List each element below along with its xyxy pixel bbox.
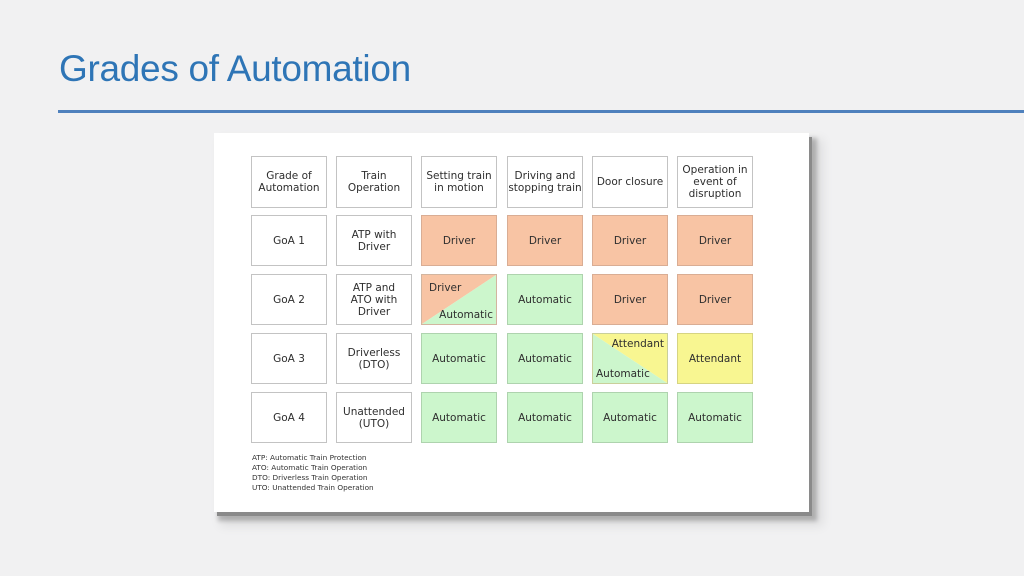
grade-label: GoA 1 — [273, 234, 305, 247]
grade-cell: GoA 1 — [251, 215, 327, 266]
automatic-cell-driving-and-stopping-train: Automatic — [507, 274, 583, 325]
grade-label: GoA 2 — [273, 293, 305, 306]
title-divider — [58, 110, 1024, 113]
automatic-cell-setting-train-in-motion: Automatic — [421, 392, 497, 443]
attendant-cell-operation-in-event-of-disruption: Attendant — [677, 333, 753, 384]
header-cell-setting-train-in-motion: Setting train in motion — [421, 156, 497, 208]
driver-cell-operation-in-event-of-disruption: Driver — [677, 215, 753, 266]
header-cell-door-closure: Door closure — [592, 156, 668, 208]
automatic-label: Automatic — [518, 411, 572, 424]
header-label: Operation in event of disruption — [682, 164, 748, 200]
split-top-label: Driver — [429, 282, 462, 294]
grade-label: GoA 4 — [273, 411, 305, 424]
grade-cell: GoA 4 — [251, 392, 327, 443]
slide-title: Grades of Automation — [59, 48, 411, 89]
automatic-cell-door-closure: Automatic — [592, 392, 668, 443]
automatic-label: Automatic — [432, 352, 486, 365]
header-label: Door closure — [596, 176, 664, 188]
grade-label: GoA 3 — [273, 352, 305, 365]
driver-cell-door-closure: Driver — [592, 215, 668, 266]
split-cell-door-closure: Attendant Automatic — [592, 333, 668, 384]
attendant-label: Attendant — [688, 352, 742, 365]
automatic-label: Automatic — [432, 411, 486, 424]
goa-figure: Grade of Automation Train Operation Settin… — [214, 133, 809, 512]
header-label: Driving and stopping train — [508, 170, 582, 194]
header-label: Grade of Automation — [258, 170, 320, 194]
automatic-cell-operation-in-event-of-disruption: Automatic — [677, 392, 753, 443]
abbreviation-legend: ATP: Automatic Train Protection ATO: Aut… — [252, 453, 374, 493]
automatic-label: Automatic — [518, 293, 572, 306]
driver-cell-door-closure: Driver — [592, 274, 668, 325]
operation-label: Unattended (UTO) — [343, 405, 405, 430]
split-bottom-label: Automatic — [439, 309, 493, 321]
legend-item-uto: UTO: Unattended Train Operation — [252, 483, 374, 492]
operation-cell: Driverless (DTO) — [336, 333, 412, 384]
grade-cell: GoA 3 — [251, 333, 327, 384]
operation-cell: Unattended (UTO) — [336, 392, 412, 443]
driver-label: Driver — [613, 234, 647, 247]
driver-label: Driver — [613, 293, 647, 306]
split-cell-setting-train-in-motion: Driver Automatic — [421, 274, 497, 325]
operation-cell: ATP and ATO with Driver — [336, 274, 412, 325]
driver-label: Driver — [698, 234, 732, 247]
operation-label: Driverless (DTO) — [347, 346, 401, 371]
operation-label: ATP with Driver — [351, 228, 397, 253]
legend-item-atp: ATP: Automatic Train Protection — [252, 453, 367, 462]
automatic-cell-setting-train-in-motion: Automatic — [421, 333, 497, 384]
automatic-label: Automatic — [688, 411, 742, 424]
automatic-cell-driving-and-stopping-train: Automatic — [507, 392, 583, 443]
split-bottom-label: Automatic — [596, 368, 650, 380]
header-cell-driving-and-stopping-train: Driving and stopping train — [507, 156, 583, 208]
header-label: Train Operation — [347, 170, 401, 194]
driver-label: Driver — [442, 234, 476, 247]
split-top-label: Attendant — [611, 338, 664, 350]
driver-cell-driving-and-stopping-train: Driver — [507, 215, 583, 266]
automatic-label: Automatic — [603, 411, 657, 424]
header-label: Setting train in motion — [426, 170, 492, 194]
operation-cell: ATP with Driver — [336, 215, 412, 266]
driver-label: Driver — [698, 293, 732, 306]
driver-cell-setting-train-in-motion: Driver — [421, 215, 497, 266]
driver-cell-operation-in-event-of-disruption: Driver — [677, 274, 753, 325]
automatic-label: Automatic — [518, 352, 572, 365]
header-cell-operation-in-event-of-disruption: Operation in event of disruption — [677, 156, 753, 208]
header-cell-grade-of-automation: Grade of Automation — [251, 156, 327, 208]
header-cell-train-operation: Train Operation — [336, 156, 412, 208]
legend-item-dto: DTO: Driverless Train Operation — [252, 473, 368, 482]
operation-label: ATP and ATO with Driver — [350, 281, 398, 318]
grade-cell: GoA 2 — [251, 274, 327, 325]
automatic-cell-driving-and-stopping-train: Automatic — [507, 333, 583, 384]
driver-label: Driver — [528, 234, 562, 247]
legend-item-ato: ATO: Automatic Train Operation — [252, 463, 368, 472]
